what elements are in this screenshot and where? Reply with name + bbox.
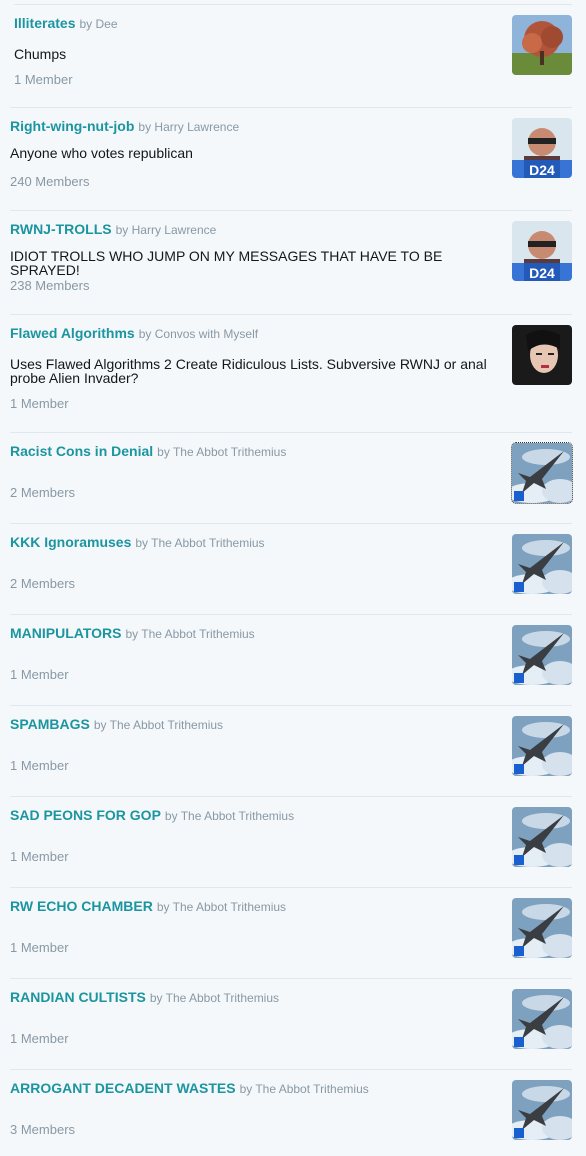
list-item: SAD PEONS FOR GOP by The Abbot Trithemius… [10, 796, 572, 887]
list-item: RWNJ-TROLLS by Harry Lawrence IDIOT TROLL… [10, 210, 572, 314]
list-header: RANDIAN CULTISTS by The Abbot Trithemius [10, 989, 279, 1007]
list-header: ARROGANT DECADENT WASTES by The Abbot Tri… [10, 1080, 369, 1098]
list-title-link[interactable]: Right-wing-nut-job [10, 118, 134, 134]
tree-photo-icon[interactable] [512, 15, 572, 75]
list-title-link[interactable]: MANIPULATORS [10, 625, 121, 641]
list-item: Illiterates by Dee Chumps 1 Member [14, 4, 572, 107]
list-header: Illiterates by Dee [14, 15, 118, 33]
list-item: Right-wing-nut-job by Harry Lawrence Anyo… [10, 107, 572, 210]
list-item: RW ECHO CHAMBER by The Abbot Trithemius 1… [10, 887, 572, 978]
list-description: Anyone who votes republican [10, 145, 193, 161]
member-count[interactable]: 3 Members [10, 1122, 75, 1137]
member-count[interactable]: 1 Member [10, 396, 69, 411]
list-item: ARROGANT DECADENT WASTES by The Abbot Tri… [10, 1069, 572, 1156]
list-owner[interactable]: by Convos with Myself [139, 327, 258, 341]
list-owner[interactable]: by Dee [79, 17, 117, 31]
list-item: MANIPULATORS by The Abbot Trithemius 1 Me… [10, 614, 572, 705]
list-description: Chumps [14, 46, 67, 62]
list-item: Flawed Algorithms by Convos with Myself U… [10, 314, 572, 432]
lists-feed: Illiterates by Dee Chumps 1 Member Right-… [0, 0, 586, 1156]
man-glasses-photo-icon[interactable]: D24 [512, 118, 572, 178]
member-count[interactable]: 1 Member [10, 849, 69, 864]
list-title-link[interactable]: SPAMBAGS [10, 716, 90, 732]
list-owner[interactable]: by The Abbot Trithemius [135, 536, 264, 550]
list-title-link[interactable]: Racist Cons in Denial [10, 443, 153, 459]
list-item: Racist Cons in Denial by The Abbot Trithe… [10, 432, 573, 523]
list-title-link[interactable]: RW ECHO CHAMBER [10, 898, 153, 914]
list-owner[interactable]: by Harry Lawrence [116, 223, 217, 237]
list-header: Flawed Algorithms by Convos with Myself [10, 325, 258, 343]
list-title-link[interactable]: KKK Ignoramuses [10, 534, 131, 550]
list-owner[interactable]: by The Abbot Trithemius [240, 1082, 369, 1096]
list-owner[interactable]: by The Abbot Trithemius [94, 718, 223, 732]
list-item: SPAMBAGS by The Abbot Trithemius 1 Member [10, 705, 572, 796]
list-owner[interactable]: by The Abbot Trithemius [150, 991, 279, 1005]
list-title-link[interactable]: SAD PEONS FOR GOP [10, 807, 161, 823]
list-owner[interactable]: by The Abbot Trithemius [125, 627, 254, 641]
list-item: RANDIAN CULTISTS by The Abbot Trithemius … [10, 978, 572, 1069]
member-count[interactable]: 2 Members [10, 576, 75, 591]
jet-fighter-photo-icon[interactable] [512, 807, 572, 867]
member-count[interactable]: 1 Member [10, 940, 69, 955]
list-title-link[interactable]: Illiterates [14, 15, 75, 31]
member-count[interactable]: 2 Members [10, 485, 75, 500]
member-count[interactable]: 238 Members [10, 278, 89, 293]
list-header: Right-wing-nut-job by Harry Lawrence [10, 118, 239, 136]
jet-fighter-photo-icon[interactable] [512, 534, 572, 594]
list-header: RW ECHO CHAMBER by The Abbot Trithemius [10, 898, 286, 916]
list-header: MANIPULATORS by The Abbot Trithemius [10, 625, 255, 643]
member-count[interactable]: 1 Member [10, 667, 69, 682]
list-title-link[interactable]: RANDIAN CULTISTS [10, 989, 146, 1005]
jet-fighter-photo-icon[interactable] [512, 1080, 572, 1140]
member-count[interactable]: 240 Members [10, 174, 89, 189]
jet-fighter-photo-icon[interactable] [512, 898, 572, 958]
woman-portrait-photo-icon[interactable] [512, 325, 572, 385]
list-item: KKK Ignoramuses by The Abbot Trithemius 2… [10, 523, 572, 614]
svg-text:D24: D24 [529, 265, 555, 281]
man-glasses-photo-icon[interactable]: D24 [512, 221, 572, 281]
member-count[interactable]: 1 Member [10, 1031, 69, 1046]
list-title-link[interactable]: ARROGANT DECADENT WASTES [10, 1080, 236, 1096]
list-description: IDIOT TROLLS WHO JUMP ON MY MESSAGES THA… [10, 248, 443, 278]
list-owner[interactable]: by Harry Lawrence [138, 120, 239, 134]
list-title-link[interactable]: Flawed Algorithms [10, 325, 135, 341]
list-owner[interactable]: by The Abbot Trithemius [165, 809, 294, 823]
list-owner[interactable]: by The Abbot Trithemius [157, 900, 286, 914]
list-header: Racist Cons in Denial by The Abbot Trithe… [10, 443, 286, 461]
jet-fighter-photo-icon[interactable] [512, 716, 572, 776]
jet-fighter-photo-icon[interactable] [511, 442, 573, 504]
list-header: KKK Ignoramuses by The Abbot Trithemius [10, 534, 265, 552]
list-header: SAD PEONS FOR GOP by The Abbot Trithemius [10, 807, 294, 825]
jet-fighter-photo-icon[interactable] [512, 625, 572, 685]
list-title-link[interactable]: RWNJ-TROLLS [10, 221, 112, 237]
member-count[interactable]: 1 Member [14, 72, 73, 87]
list-header: SPAMBAGS by The Abbot Trithemius [10, 716, 223, 734]
svg-text:D24: D24 [529, 162, 555, 178]
jet-fighter-photo-icon[interactable] [512, 989, 572, 1049]
member-count[interactable]: 1 Member [10, 758, 69, 773]
list-owner[interactable]: by The Abbot Trithemius [157, 445, 286, 459]
list-header: RWNJ-TROLLS by Harry Lawrence [10, 221, 216, 239]
list-description: Uses Flawed Algorithms 2 Create Ridiculo… [10, 356, 487, 386]
